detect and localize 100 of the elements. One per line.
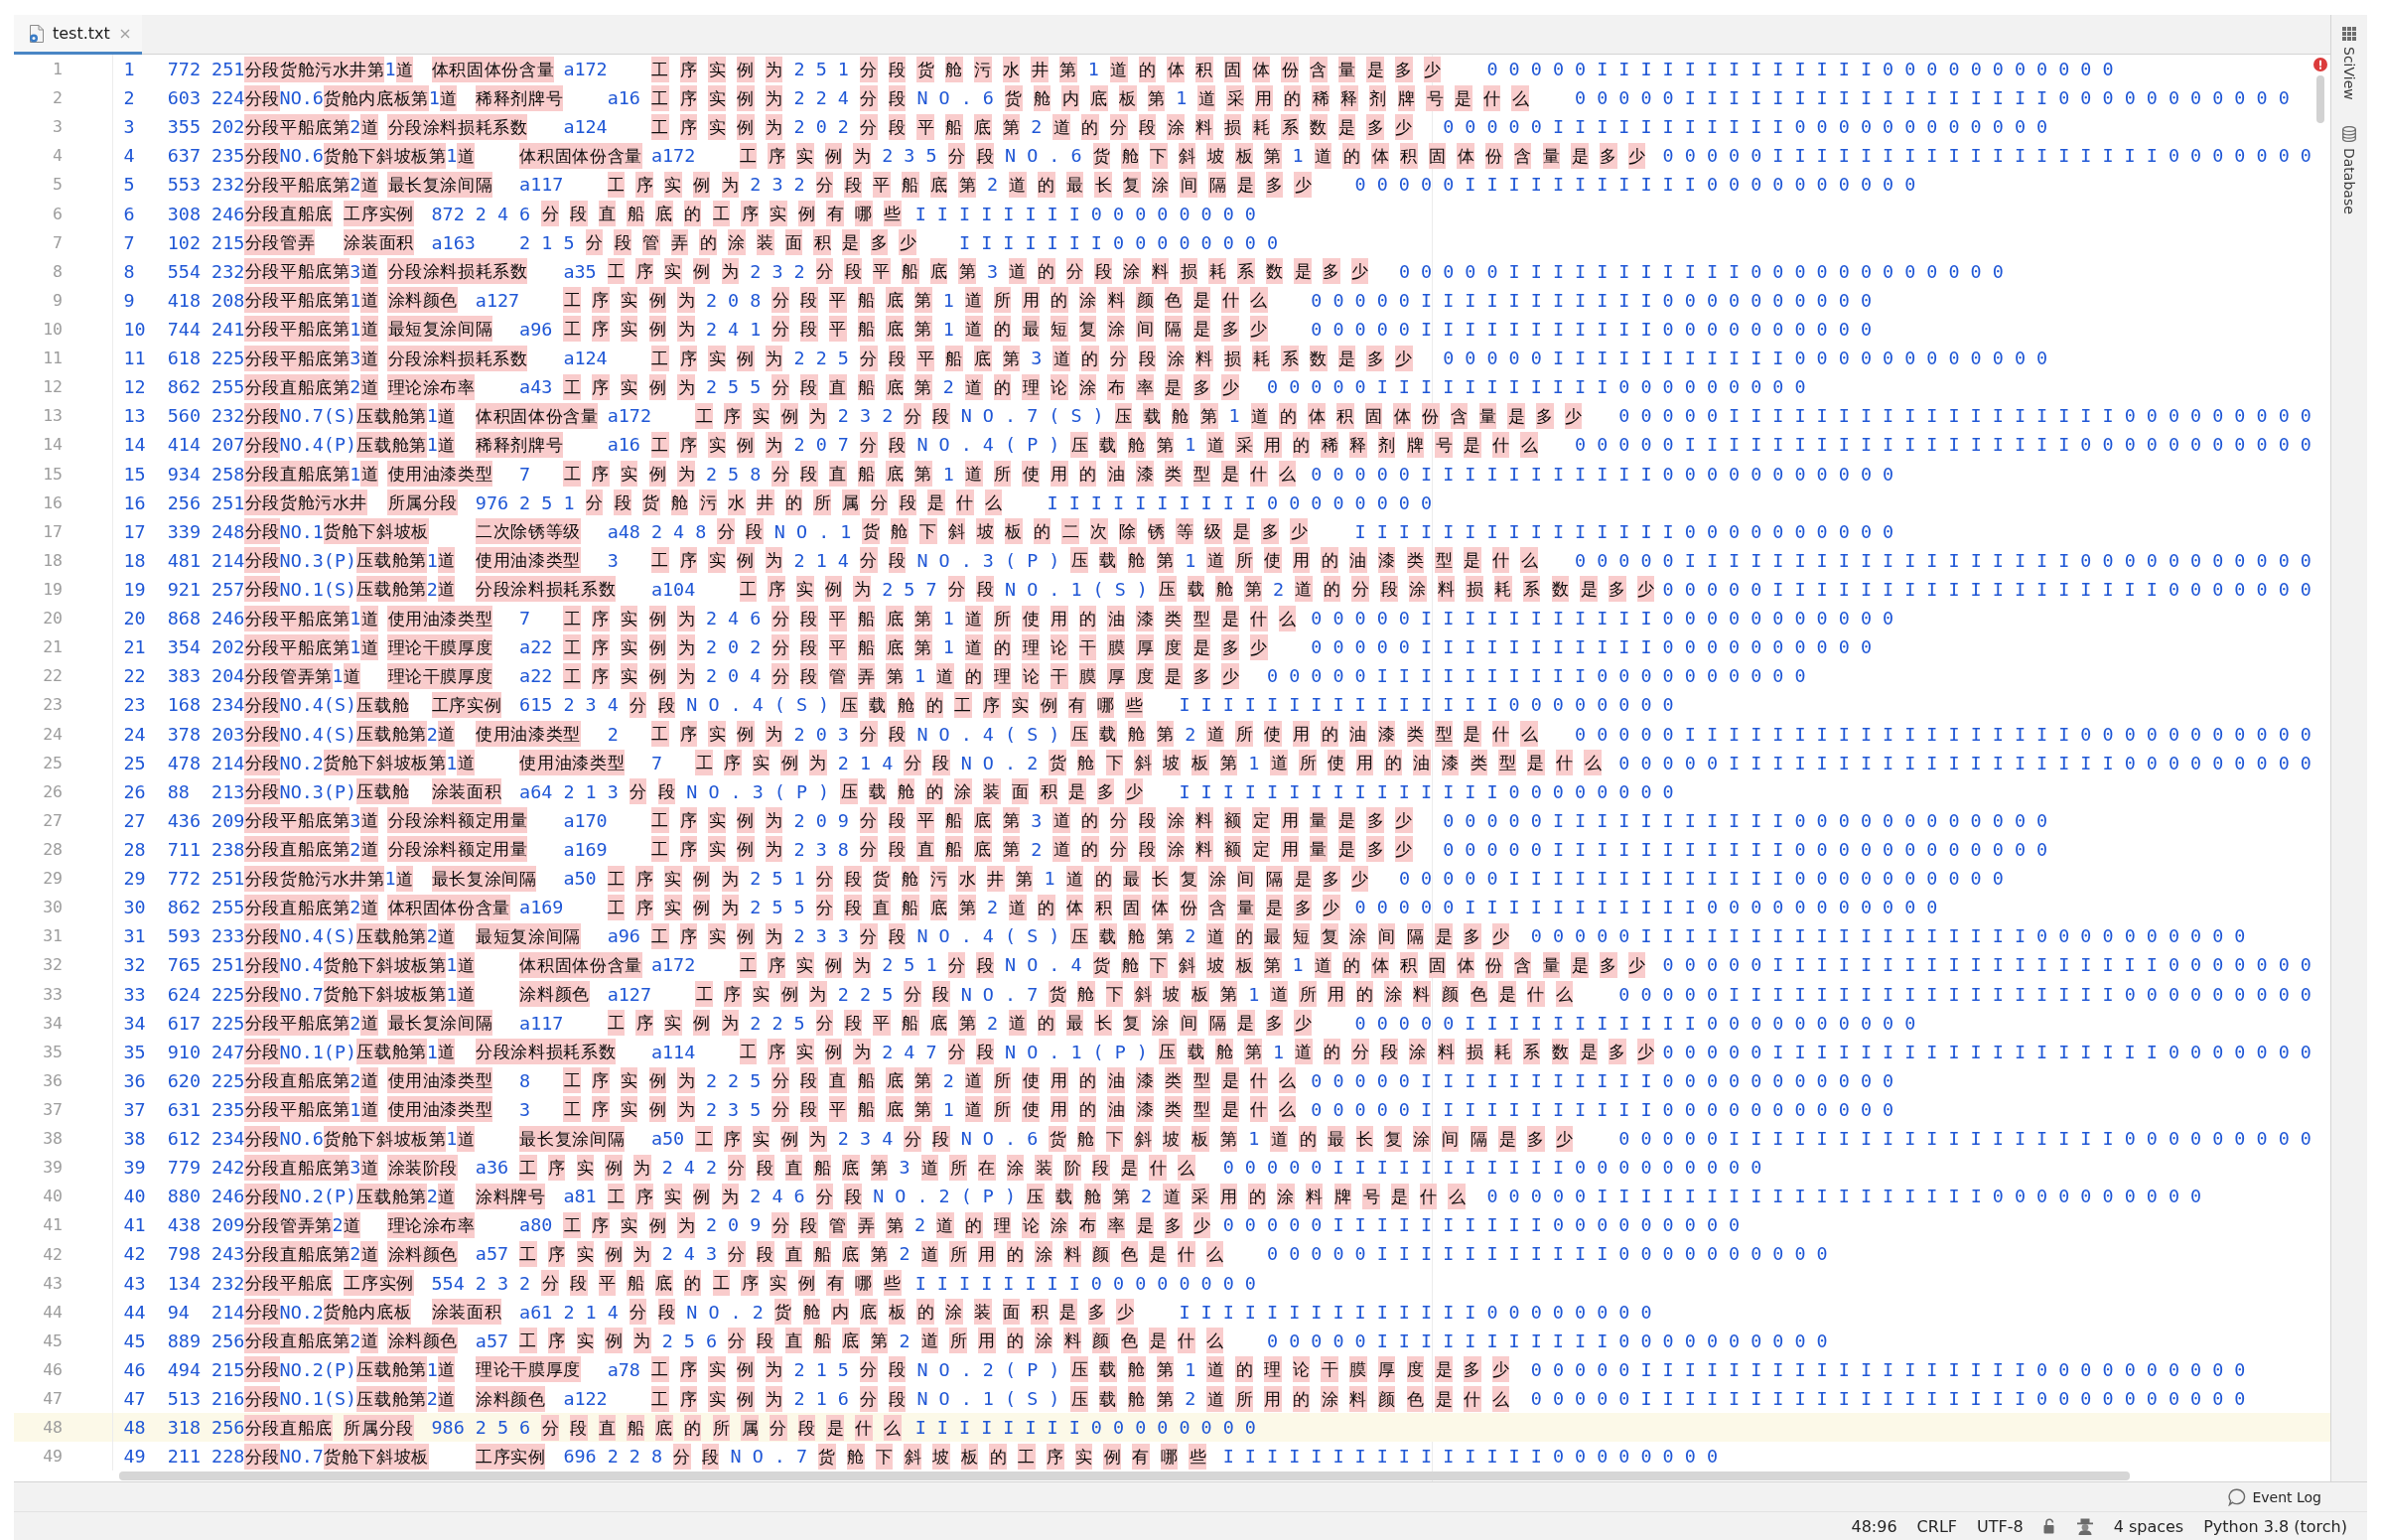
vertical-scrollbar[interactable]: [2316, 75, 2324, 123]
grid-icon: [2342, 27, 2356, 41]
line-number: 30: [43, 898, 63, 917]
code-line: 13 560 232分段NO.7(S)压载舱第1道 体积固体份含量 a172 工 序 实 例 为 2 3 2 分 段 N O . 7 ( S ) 压 载 舱 第 1 道 的 体 积 固 体 份 含 量 是 多 少 0 0 0 0 0 I I I I I I I I I I I I I I I I I I 0 0 0 0 0 0 0 0 0: [123, 401, 2311, 431]
line-number: 34: [43, 1013, 63, 1033]
line-number: 27: [43, 810, 63, 830]
tool-window-button[interactable]: Database: [2341, 125, 2357, 214]
code-line: 45 889 256分段直船底第2道 涂料颜色 a57 工 序 实 例 为 2 5 6 分 段 直 船 底 第 2 道 所 用 的 涂 料 颜 色 是 什 么 0 0 0 0 0 I I I I I I I I I I I 0 0 0 0 0 0 0 0 0 0: [123, 1326, 1828, 1355]
code-line: 33 624 225分段NO.7货舱下斜坡板第1道 涂料颜色 a127 工 序 实 例 为 2 2 5 分 段 N O . 7 货 舱 下 斜 坡 板 第 1 道 所 用 的 涂 料 颜 色 是 什 么 0 0 0 0 0 I I I I I I I I I I I I I I I I I I 0 0 0 0 0 0 0 0 0: [123, 980, 2311, 1009]
code-line: 47 513 216分段NO.1(S)压载舱第2道 涂料颜色 a122 工 序 实 例 为 2 1 6 分 段 N O . 1 ( S ) 压 载 舱 第 2 道 所 用 的 涂 料 颜 色 是 什 么 0 0 0 0 0 I I I I I I I I I I I I I I I I I I 0 0 0 0 0 0 0 0 0 0: [123, 1384, 2246, 1414]
error-icon[interactable]: [2313, 58, 2327, 71]
line-number: 15: [43, 464, 63, 484]
code-line: 40 880 246分段NO.2(P)压载舱第2道 涂料牌号 a81 工 序 实 例 为 2 4 6 分 段 N O . 2 ( P ) 压 载 舱 第 2 道 采 用 的 涂 料 牌 号 是 什 么 0 0 0 0 0 I I I I I I I I I I I I I I I I I I 0 0 0 0 0 0 0 0 0 0: [123, 1182, 2202, 1211]
code-line: 3 355 202分段平船底第2道 分段涂料损耗系数 a124 工 序 实 例 为 2 0 2 分 段 平 船 底 第 2 道 的 分 段 涂 料 损 耗 系 数 是 多 少 0 0 0 0 0 I I I I I I I I I I I 0 0 0 0 0 0 0 0 0 0 0 0: [123, 112, 2048, 142]
code-line: 31 593 233分段NO.4(S)压载舱第2道 最短复涂间隔 a96 工 序 实 例 为 2 3 3 分 段 N O . 4 ( S ) 压 载 舱 第 2 道 的 最 短 复 涂 间 隔 是 多 少 0 0 0 0 0 I I I I I I I I I I I I I I I I I I 0 0 0 0 0 0 0 0 0 0: [123, 921, 2246, 951]
line-number: 16: [43, 492, 63, 512]
line-number: 24: [43, 724, 63, 744]
code-line: 37 631 235分段平船底第1道 使用油漆类型 3 工 序 实 例 为 2 3 5 分 段 平 船 底 第 1 道 所 使 用 的 油 漆 类 型 是 什 么 0 0 0 0 0 I I I I I I I I I I I 0 0 0 0 0 0 0 0 0 0 0: [123, 1094, 1894, 1125]
line-number: 43: [43, 1273, 63, 1293]
line-number: 29: [43, 869, 63, 889]
line-number: 40: [43, 1187, 63, 1206]
editor-tab[interactable]: test.txt: [14, 15, 142, 55]
encoding-selector[interactable]: UTF-8: [1977, 1516, 2024, 1536]
code-line: 28 711 238分段直船底第2道 分段涂料额定用量 a169 工 序 实 例 为 2 3 8 分 段 直 船 底 第 2 道 的 分 段 涂 料 额 定 用 量 是 多 少 0 0 0 0 0 I I I I I I I I I I I 0 0 0 0 0 0 0 0 0 0 0 0: [123, 834, 2048, 865]
code-line: 30 862 255分段直船底第2道 体积固体份含量 a169 工 序 实 例 为 2 5 5 分 段 直 船 底 第 2 道 的 体 积 固 体 份 含 量 是 多 少 0 0 0 0 0 I I I I I I I I I I I 0 0 0 0 0 0 0 0 0 0 0: [123, 893, 1938, 922]
code-line: 17 339 248分段NO.1货舱下斜坡板 二次除锈等级 a48 2 4 8 分 段 N O . 1 货 舱 下 斜 坡 板 的 二 次 除 锈 等 级 是 多 少 I I I I I I I I I I I I I I I 0 0 0 0 0 0 0 0 0 0: [123, 516, 1894, 546]
line-number: 41: [43, 1215, 63, 1235]
line-number: 35: [43, 1042, 63, 1061]
code-line: 26 88 213分段NO.3(P)压载舱 涂装面积 a64 2 1 3 分 段 N O . 3 ( P ) 压 载 舱 的 涂 装 面 积 是 多 少 I I I I I I I I I I I I I I I 0 0 0 0 0 0 0 0: [123, 776, 1674, 806]
line-number: 36: [43, 1070, 63, 1090]
line-number: 32: [43, 955, 63, 975]
lock-icon[interactable]: [2042, 1518, 2056, 1535]
line-number: 2: [53, 88, 63, 108]
line-number: 5: [53, 175, 63, 195]
speech-bubble-icon: [2228, 1487, 2247, 1506]
code-line: 35 910 247分段NO.1(P)压载舱第1道 分段涂料损耗系数 a114 工 序 实 例 为 2 4 7 分 段 N O . 1 ( P ) 压 载 舱 第 1 道 的 分 段 涂 料 损 耗 系 数 是 多 少 0 0 0 0 0 I I I I I I I I I I I I I I I I I I 0 0 0 0 0 0 0: [123, 1037, 2311, 1066]
line-number: 23: [43, 695, 63, 715]
line-number: 47: [43, 1389, 63, 1409]
code-line: 18 481 214分段NO.3(P)压载舱第1道 使用油漆类型 3 工 序 实 例 为 2 1 4 分 段 N O . 3 ( P ) 压 载 舱 第 1 道 所 使 用 的 油 漆 类 型 是 什 么 0 0 0 0 0 I I I I I I I I I I I I I I I I I I 0 0 0 0 0 0 0 0 0 0 0: [123, 545, 2311, 575]
code-line: 29 772 251分段货舱污水井第1道 最长复涂间隔 a50 工 序 实 例 为 2 5 1 分 段 货 舱 污 水 井 第 1 道 的 最 长 复 涂 间 隔 是 多 少 0 0 0 0 0 I I I I I I I I I I I I I 0 0 0 0 0 0 0 0 0 0: [123, 864, 2004, 894]
code-line: 24 378 203分段NO.4(S)压载舱第2道 使用油漆类型 2 工 序 实 例 为 2 0 3 分 段 N O . 4 ( S ) 压 载 舱 第 2 道 所 使 用 的 油 漆 类 型 是 什 么 0 0 0 0 0 I I I I I I I I I I I I I I I I I I 0 0 0 0 0 0 0 0 0 0 0: [123, 719, 2311, 749]
line-number: 37: [43, 1100, 63, 1119]
code-line: 46 494 215分段NO.2(P)压载舱第1道 理论干膜厚度 a78 工 序 实 例 为 2 1 5 分 段 N O . 2 ( P ) 压 载 舱 第 1 道 的 理 论 干 膜 厚 度 是 多 少 0 0 0 0 0 I I I I I I I I I I I I I I I I I I 0 0 0 0 0 0 0 0 0 0: [123, 1354, 2246, 1385]
line-number: 1: [53, 60, 63, 79]
database-icon: [2342, 125, 2356, 142]
person-icon[interactable]: [2075, 1517, 2094, 1535]
line-number: 21: [43, 637, 63, 657]
line-number: 6: [53, 204, 63, 223]
code-line: 4 637 235分段NO.6货舱下斜坡板第1道 体积固体份含量 a172 工 序 实 例 为 2 3 5 分 段 N O . 6 货 舱 下 斜 坡 板 第 1 道 的 体 积 固 体 份 含 量 是 多 少 0 0 0 0 0 I I I I I I I I I I I I I I I I I I 0 0 0 0 0 0 0: [123, 141, 2311, 171]
tool-window-button[interactable]: SciView: [2341, 27, 2357, 100]
line-number: 17: [43, 521, 63, 541]
horizontal-scrollbar[interactable]: [119, 1471, 2130, 1481]
code-line: 7 102 215分段管弄 涂装面积 a163 2 1 5 分 段 管 弄 的 涂 装 面 积 是 多 少 I I I I I I I 0 0 0 0 0 0 0 0: [123, 227, 1279, 257]
line-number: 18: [43, 550, 63, 570]
code-line: 42 798 243分段直船底第2道 涂料颜色 a57 工 序 实 例 为 2 4 3 分 段 直 船 底 第 2 道 所 用 的 涂 料 颜 色 是 什 么 0 0 0 0 0 I I I I I I I I I I I 0 0 0 0 0 0 0 0 0 0: [123, 1239, 1828, 1269]
code-line: 16 256 251分段货舱污水井 所属分段 976 2 5 1 分 段 货 舱 污 水 井 的 所 属 分 段 是 什 么 I I I I I I I I I I 0 0 0 0 0 0 0 0: [123, 488, 1433, 517]
interpreter-selector[interactable]: Python 3.8 (torch): [2203, 1516, 2347, 1536]
code-line: 39 779 242分段直船底第3道 涂装阶段 a36 工 序 实 例 为 2 4 2 分 段 直 船 底 第 3 道 所 在 涂 装 阶 段 是 什 么 0 0 0 0 0 I I I I I I I I I I I 0 0 0 0 0 0 0 0 0: [123, 1153, 1762, 1183]
line-number: 28: [43, 840, 63, 859]
caret-position[interactable]: 48:96: [1851, 1516, 1897, 1536]
indent-selector[interactable]: 4 spaces: [2113, 1516, 2184, 1536]
code-line: 34 617 225分段平船底第2道 最长复涂间隔 a117 工 序 实 例 为 2 2 5 分 段 平 船 底 第 2 道 的 最 长 复 涂 间 隔 是 多 少 0 0 0 0 0 I I I I I I I I I I I 0 0 0 0 0 0 0 0 0 0: [123, 1008, 1916, 1038]
code-line: 9 418 208分段平船底第1道 涂料颜色 a127 工 序 实 例 为 2 0 8 分 段 平 船 底 第 1 道 所 用 的 涂 料 颜 色 是 什 么 0 0 0 0 0 I I I I I I I I I I I 0 0 0 0 0 0 0 0 0 0: [123, 285, 1872, 315]
line-number: 12: [43, 377, 63, 397]
code-line: 44 94 214分段NO.2货舱内底板 涂装面积 a61 2 1 4 分 段 N O . 2 货 舱 内 底 板 的 涂 装 面 积 是 多 少 I I I I I I I I I I I I I I 0 0 0 0 0 0 0 0: [123, 1297, 1652, 1327]
code-line: 48 318 256分段直船底 所属分段 986 2 5 6 分 段 直 船 底 的 所 属 分 段 是 什 么 I I I I I I I I 0 0 0 0 0 0 0 0: [123, 1413, 1256, 1443]
code-line: 21 354 202分段平船底第1道 理论干膜厚度 a22 工 序 实 例 为 2 0 2 分 段 平 船 底 第 1 道 的 理 论 干 膜 厚 度 是 多 少 0 0 0 0 0 I I I I I I I I I I I 0 0 0 0 0 0 0 0 0 0: [123, 632, 1872, 662]
line-number: 9: [53, 290, 63, 310]
code-line: 10 744 241分段平船底第1道 最短复涂间隔 a96 工 序 实 例 为 2 4 1 分 段 平 船 底 第 1 道 的 最 短 复 涂 间 隔 是 多 少 0 0 0 0 0 I I I I I I I I I I I 0 0 0 0 0 0 0 0 0 0: [123, 315, 1872, 345]
line-number: 46: [43, 1359, 63, 1379]
code-line: 22 383 204分段管弄第1道 理论干膜厚度 a22 工 序 实 例 为 2 0 4 分 段 管 弄 第 1 道 的 理 论 干 膜 厚 度 是 多 少 0 0 0 0 0 I I I I I I I I I I 0 0 0 0 0 0 0 0 0 0: [123, 661, 1806, 691]
close-icon[interactable]: [119, 28, 130, 39]
code-line: 11 618 225分段平船底第3道 分段涂料损耗系数 a124 工 序 实 例 为 2 2 5 分 段 平 船 底 第 3 道 的 分 段 涂 料 损 耗 系 数 是 多 少 0 0 0 0 0 I I I I I I I I I I I 0 0 0 0 0 0 0 0 0 0 0 0: [123, 344, 2048, 373]
line-number: 19: [43, 580, 63, 599]
line-number: 48: [43, 1418, 63, 1438]
document-icon: [29, 24, 45, 43]
line-number: 44: [43, 1302, 63, 1322]
event-log-button[interactable]: Event Log: [2228, 1487, 2321, 1506]
code-line: 27 436 209分段平船底第3道 分段涂料额定用量 a170 工 序 实 例 为 2 0 9 分 段 平 船 底 第 3 道 的 分 段 涂 料 额 定 用 量 是 多 少 0 0 0 0 0 I I I I I I I I I I I 0 0 0 0 0 0 0 0 0 0 0 0: [123, 805, 2048, 835]
code-line: 14 414 207分段NO.4(P)压载舱第1道 稀释剂牌号 a16 工 序 实 例 为 2 0 7 分 段 N O . 4 ( P ) 压 载 舱 第 1 道 采 用 的 稀 释 剂 牌 号 是 什 么 0 0 0 0 0 I I I I I I I I I I I I I I I I I I 0 0 0 0 0 0 0 0 0 0 0: [123, 430, 2311, 460]
code-line: 8 554 232分段平船底第3道 分段涂料损耗系数 a35 工 序 实 例 为 2 3 2 分 段 平 船 底 第 3 道 的 分 段 涂 料 损 耗 系 数 是 多 少 0 0 0 0 0 I I I I I I I I I I I 0 0 0 0 0 0 0 0 0 0 0 0: [123, 256, 2004, 286]
code-line: 15 934 258分段直船底第1道 使用油漆类型 7 工 序 实 例 为 2 5 8 分 段 直 船 底 第 1 道 所 使 用 的 油 漆 类 型 是 什 么 0 0 0 0 0 I I I I I I I I I I I 0 0 0 0 0 0 0 0 0 0 0: [123, 459, 1894, 489]
code-line: 2 603 224分段NO.6货舱内底板第1道 稀释剂牌号 a16 工 序 实 例 为 2 2 4 分 段 N O . 6 货 舱 内 底 板 第 1 道 采 用 的 稀 释 剂 牌 号 是 什 么 0 0 0 0 0 I I I I I I I I I I I I I I I I I 0 0 0 0 0 0 0 0 0 0 0: [123, 83, 2290, 113]
line-number: 11: [43, 349, 63, 368]
line-separator-selector[interactable]: CRLF: [1916, 1516, 1957, 1536]
line-number: 14: [43, 435, 63, 455]
line-number: 10: [43, 320, 63, 340]
code-line: 41 438 209分段管弄第2道 理论涂布率 a80 工 序 实 例 为 2 0 9 分 段 管 弄 第 2 道 的 理 论 涂 布 率 是 多 少 0 0 0 0 0 I I I I I I I I I I 0 0 0 0 0 0 0 0 0: [123, 1210, 1741, 1240]
line-number: 42: [43, 1244, 63, 1264]
code-line: 19 921 257分段NO.1(S)压载舱第2道 分段涂料损耗系数 a104 工 序 实 例 为 2 5 7 分 段 N O . 1 ( S ) 压 载 舱 第 2 道 的 分 段 涂 料 损 耗 系 数 是 多 少 0 0 0 0 0 I I I I I I I I I I I I I I I I I I 0 0 0 0 0 0 0: [123, 574, 2311, 605]
code-line: 23 168 234分段NO.4(S)压载舱 工序实例 615 2 3 4 分 段 N O . 4 ( S ) 压 载 舱 的 工 序 实 例 有 哪 些 I I I I I I I I I I I I I I I 0 0 0 0 0 0 0 0: [123, 690, 1674, 720]
line-number: 38: [43, 1129, 63, 1149]
code-line: 43 134 232分段平船底 工序实例 554 2 3 2 分 段 平 船 底 的 工 序 实 例 有 哪 些 I I I I I I I I 0 0 0 0 0 0 0 0: [123, 1268, 1256, 1298]
line-number: 20: [43, 609, 63, 629]
line-number: 13: [43, 406, 63, 426]
line-number: 45: [43, 1330, 63, 1350]
code-line: 25 478 214分段NO.2货舱下斜坡板第1道 使用油漆类型 7 工 序 实 例 为 2 1 4 分 段 N O . 2 货 舱 下 斜 坡 板 第 1 道 所 使 用 的 油 漆 类 型 是 什 么 0 0 0 0 0 I I I I I I I I I I I I I I I I I I 0 0 0 0 0 0 0 0 0: [123, 748, 2311, 777]
line-number: 7: [53, 232, 63, 252]
line-number: 25: [43, 753, 63, 772]
line-number: 33: [43, 984, 63, 1004]
